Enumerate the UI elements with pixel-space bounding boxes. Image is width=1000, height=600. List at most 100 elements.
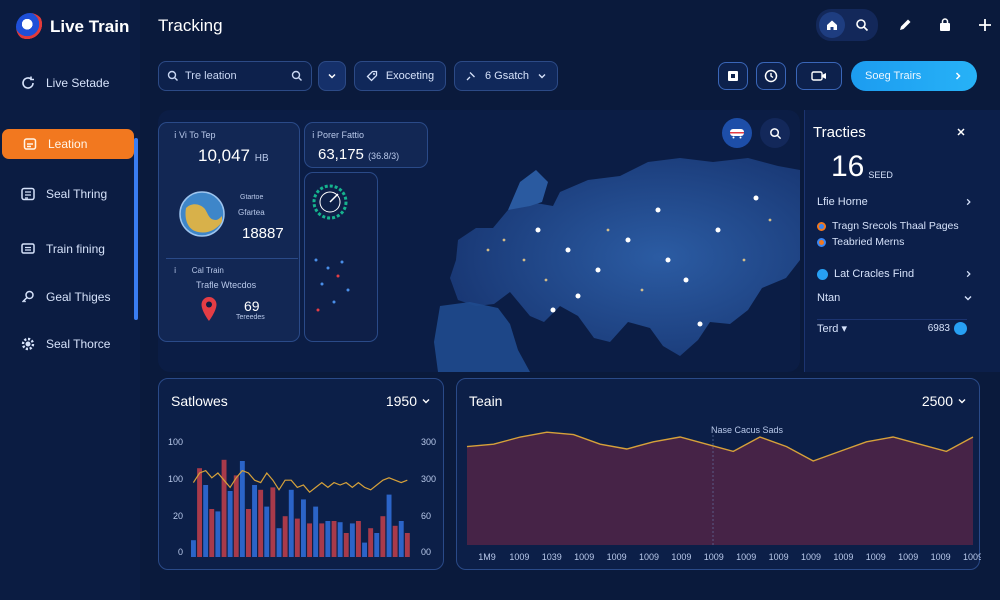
side-row-lat-cracles[interactable]: Lat Cracles Find xyxy=(817,268,973,280)
bar xyxy=(356,521,361,557)
x-tick: 1009 xyxy=(574,552,594,562)
bar xyxy=(343,533,349,557)
primary-button-label: Soeg Trairs xyxy=(865,70,922,82)
side-panel-title: Tracties xyxy=(813,124,866,141)
bar xyxy=(233,475,239,557)
side-row-label: Ntan xyxy=(817,292,841,304)
side-divider xyxy=(817,319,967,320)
side-row-terd[interactable]: Terd ▾ 6983 xyxy=(817,322,967,335)
exoceting-label: Exoceting xyxy=(385,70,435,82)
sidebar-item-train-fining[interactable]: Train fining xyxy=(0,234,134,264)
sidebar-scrollbar[interactable] xyxy=(134,138,138,320)
key-icon xyxy=(20,289,36,305)
home-icon xyxy=(827,20,837,30)
sidebar-item-seal-thorce[interactable]: Seal Thorce xyxy=(0,329,134,359)
chart-value-dropdown[interactable]: 1950 xyxy=(386,393,431,409)
side-row-label: Lfie Horne xyxy=(817,196,868,208)
train-card-value: 69 xyxy=(244,298,260,314)
bar xyxy=(374,533,380,557)
bar xyxy=(203,485,209,557)
side-panel-close-button[interactable] xyxy=(953,124,969,140)
bar xyxy=(337,522,343,557)
bar-chart: 1001002003003006000 xyxy=(168,437,436,557)
globe-icon xyxy=(179,191,225,237)
add-button[interactable] xyxy=(972,12,998,38)
area-fill xyxy=(467,432,973,545)
home-button[interactable] xyxy=(819,12,845,38)
x-tick: 1M9 xyxy=(478,552,496,562)
soeg-trairs-button[interactable]: Soeg Trairs xyxy=(851,61,977,91)
y-tick-left: 100 xyxy=(168,437,183,447)
train-view-button[interactable] xyxy=(722,118,752,148)
bar xyxy=(239,461,245,557)
chart-value: 2500 xyxy=(921,393,953,409)
card2-label: ⅰ Porer Fattio xyxy=(312,130,365,140)
globe-label-top: Gtartoe xyxy=(240,194,264,201)
sidebar-item-seal-thring[interactable]: Seal Thring xyxy=(0,179,134,209)
map-search-button[interactable] xyxy=(760,118,790,148)
sidebar-item-label: Seal Thring xyxy=(46,187,108,201)
bar xyxy=(392,525,398,557)
landmass-scandinavia xyxy=(508,170,548,210)
bar xyxy=(362,542,367,557)
search-submit-icon[interactable] xyxy=(291,70,303,82)
camera-button[interactable] xyxy=(796,62,842,90)
card1-value: 10,047 HB xyxy=(198,146,269,166)
card1-label: ⅰ Vi To Tep xyxy=(174,130,216,140)
edit-button[interactable] xyxy=(892,12,918,38)
side-panel-count: 16 SEED xyxy=(831,152,893,182)
x-tick: 1009 xyxy=(704,552,724,562)
app-title: Live Train xyxy=(50,17,130,36)
bar xyxy=(380,516,386,557)
sidebar-item-label: Train fining xyxy=(46,242,105,256)
y-tick-right: 300 xyxy=(421,437,436,447)
side-row-lfie-horne[interactable]: Lfie Horne xyxy=(817,196,973,208)
exoceting-button[interactable]: Exoceting xyxy=(354,61,446,91)
bar xyxy=(301,499,306,557)
search-input[interactable]: Tre leation xyxy=(185,70,285,82)
sidebar-item-label: Leation xyxy=(48,137,88,151)
stop-button[interactable] xyxy=(718,62,748,90)
x-tick: 1039 xyxy=(542,552,562,562)
y-tick-right: 00 xyxy=(421,547,431,557)
bar xyxy=(331,521,337,557)
app-logo[interactable]: Live Train xyxy=(16,12,136,42)
chevron-down-icon xyxy=(964,296,972,301)
legend-label: Teabried Merns xyxy=(832,236,905,248)
bar xyxy=(246,509,251,557)
search-icon xyxy=(167,70,178,81)
x-tick: 1009 xyxy=(639,552,659,562)
header-icon-group xyxy=(816,9,878,41)
bar xyxy=(215,511,221,557)
filter-dropdown[interactable] xyxy=(318,61,346,91)
train-card-sub: Tereedes xyxy=(236,314,265,321)
gear-icon xyxy=(20,336,36,352)
chart-value-dropdown[interactable]: 2500 xyxy=(922,393,967,409)
x-tick: 1009 xyxy=(736,552,756,562)
notifications-button[interactable] xyxy=(932,12,958,38)
sidebar-item-label: Seal Thorce xyxy=(46,337,111,351)
side-panel: Tracties 16 SEED Lfie Horne Tragn Srecol… xyxy=(804,110,1000,372)
sidebar-item-leation[interactable]: Leation xyxy=(2,129,134,159)
bar xyxy=(386,494,392,557)
search-box[interactable]: Tre leation xyxy=(158,61,312,91)
map-panel[interactable]: ⅰ Vi To Tep 10,047 HB ⅰ Porer Fattio 63,… xyxy=(158,110,800,372)
chevron-down-icon xyxy=(958,399,966,404)
train-card-label1-text: Cal Train xyxy=(191,266,224,275)
y-tick-left: 20 xyxy=(173,511,183,521)
bar xyxy=(252,485,257,557)
search-button[interactable] xyxy=(849,12,875,38)
bar xyxy=(221,459,227,557)
sidebar-item-geal-thiges[interactable]: Geal Thiges xyxy=(0,282,134,312)
bar xyxy=(404,533,410,557)
history-button[interactable] xyxy=(756,62,786,90)
sidebar-item-live-setade[interactable]: Live Setade xyxy=(0,68,134,98)
side-row-ntan[interactable]: Ntan xyxy=(817,292,973,304)
bar xyxy=(258,489,264,557)
gsatch-dropdown[interactable]: 6 Gsatch xyxy=(454,61,558,91)
chevron-right-icon xyxy=(966,270,971,278)
gsatch-label: 6 Gsatch xyxy=(484,70,530,82)
globe-value: 18887 xyxy=(242,225,284,242)
chart-title: Satlowes xyxy=(171,393,228,409)
count-unit: SEED xyxy=(868,170,893,180)
